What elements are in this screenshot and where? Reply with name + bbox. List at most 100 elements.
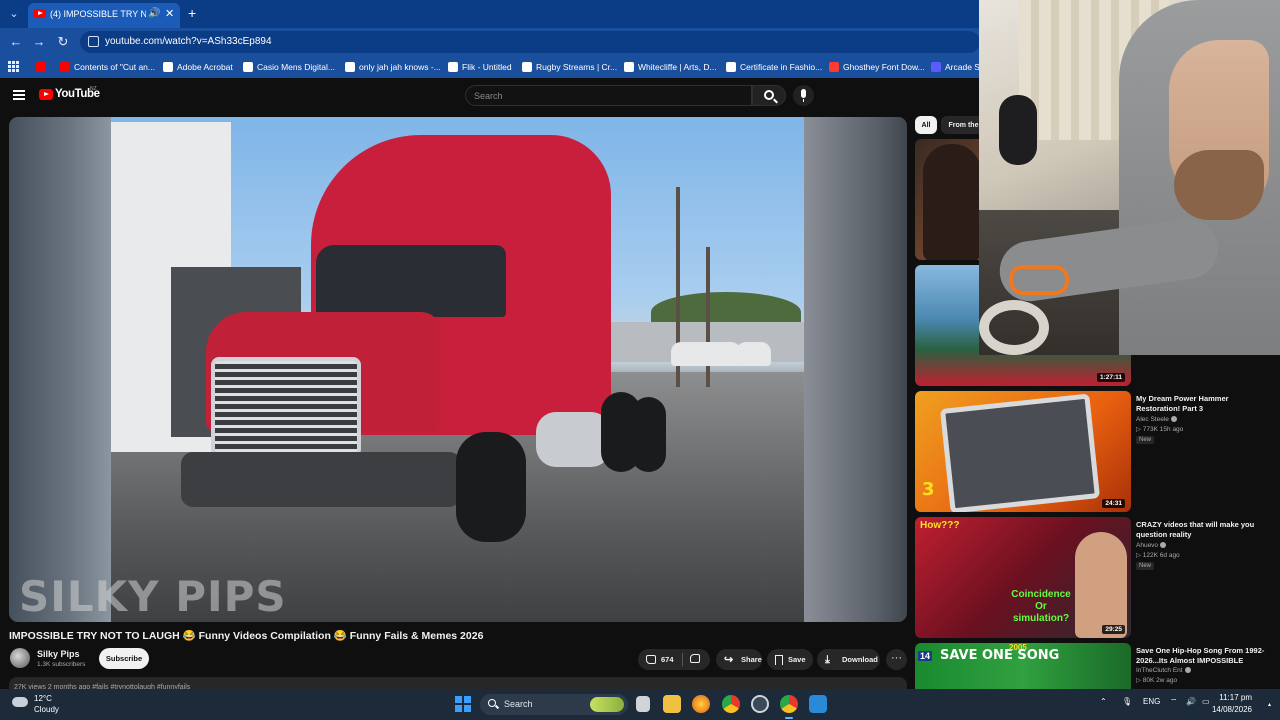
taskbar-search[interactable]: Search	[480, 694, 628, 715]
share-arrow-icon: ↪	[724, 653, 734, 666]
recommended-stats: ▷ 80K 2w ago	[1136, 677, 1178, 684]
verified-icon	[1170, 416, 1177, 423]
volume-icon[interactable]: 🔊	[1186, 697, 1196, 706]
app-icon[interactable]	[692, 695, 710, 713]
recommended-title[interactable]: My Dream Power Hammer Restoration! Part …	[1136, 394, 1271, 414]
thumbs-down-icon[interactable]	[690, 654, 700, 663]
bookmark-label: Contents of "Cut an...	[74, 62, 155, 72]
bookmark-item[interactable]: Whitecliffe | Arts, D...	[624, 60, 717, 74]
search-box[interactable]	[465, 85, 752, 106]
bookmark-item[interactable]: Certificate in Fashio...	[726, 60, 822, 74]
verified-icon	[1160, 542, 1167, 549]
task-view-icon[interactable]	[636, 696, 650, 712]
share-button[interactable]: ↪ Share	[716, 649, 762, 670]
forward-icon[interactable]: →	[31, 34, 47, 49]
speaker-icon[interactable]: 🔊	[148, 8, 160, 19]
channel-avatar[interactable]	[10, 648, 30, 668]
weather-temperature[interactable]: 12°C	[34, 694, 52, 703]
show-desktop-icon[interactable]: ▴	[1268, 701, 1271, 708]
chip-all[interactable]: All	[915, 116, 937, 134]
microphone-tray-icon[interactable]: 🎙	[1122, 697, 1132, 706]
file-explorer-icon[interactable]	[663, 695, 681, 713]
close-tab-icon[interactable]: ✕	[165, 7, 174, 20]
app-icon-2[interactable]	[751, 695, 769, 713]
search-highlight-art	[590, 697, 624, 712]
thumbs-up-icon[interactable]	[646, 655, 656, 664]
new-tab-button[interactable]: +	[188, 5, 196, 21]
site-info-icon[interactable]	[88, 36, 99, 47]
address-bar[interactable]: youtube.com/watch?v=ASh33cEp894	[80, 31, 980, 53]
more-actions-button[interactable]: ···	[886, 649, 907, 670]
amazon-icon	[243, 62, 253, 72]
reload-icon[interactable]: ↻	[55, 34, 71, 50]
bookmark-item[interactable]: Adobe Acrobat	[163, 60, 233, 74]
recommended-title[interactable]: Save One Hip-Hop Song From 1992-2026...I…	[1136, 646, 1271, 666]
clock-date[interactable]: 14/08/2026	[1208, 705, 1252, 714]
wifi-icon[interactable]: ⌔	[1170, 697, 1178, 707]
font-icon	[829, 62, 839, 72]
recommended-thumbnail[interactable]: 3 24:31	[915, 391, 1131, 512]
youtube-logo-icon[interactable]	[39, 89, 53, 100]
search-button[interactable]	[752, 85, 786, 106]
globe-icon	[345, 62, 355, 72]
back-icon[interactable]: ←	[8, 34, 24, 49]
bookmark-item[interactable]: Casio Mens Digital...	[243, 60, 335, 74]
bookmark-label: Casio Mens Digital...	[257, 62, 335, 72]
webcam-beard	[1174, 150, 1264, 220]
weather-condition[interactable]: Cloudy	[34, 705, 59, 714]
region-label: NZ	[90, 86, 97, 92]
search-input[interactable]	[474, 89, 734, 103]
webcam-scissors	[1009, 265, 1069, 295]
parked-car	[671, 342, 741, 366]
save-label: Save	[788, 655, 806, 664]
video-player[interactable]: SILKY PIPS	[9, 117, 907, 622]
bookmark-item[interactable]: Contents of "Cut an...	[60, 60, 155, 74]
recommended-channel[interactable]: Alec Steele	[1136, 415, 1177, 425]
photos-icon[interactable]	[809, 695, 827, 713]
bookmark-label: Whitecliffe | Arts, D...	[638, 62, 717, 72]
channel-name[interactable]: Silky Pips	[37, 649, 80, 659]
browser-tab-youtube[interactable]: (4) IMPOSSIBLE TRY NOT TO 🔊 ✕	[28, 3, 180, 28]
screen: ⌄ (4) IMPOSSIBLE TRY NOT TO 🔊 ✕ + ← → ↻ …	[0, 0, 1280, 720]
recommended-thumbnail[interactable]: How??? Coincidence Or simulation? 29:25	[915, 517, 1131, 638]
bookmark-item[interactable]: only jah jah knows -...	[345, 60, 441, 74]
truck-windshield	[316, 245, 506, 317]
windows-start-icon[interactable]	[455, 696, 471, 712]
recommended-stats: ▷ 122K 6d ago	[1136, 552, 1180, 559]
channel-label: InTheClutch Ent	[1136, 667, 1183, 674]
apps-grid-icon[interactable]	[8, 61, 19, 72]
chrome-icon[interactable]	[722, 695, 740, 713]
recommended-channel[interactable]: InTheClutch Ent	[1136, 666, 1191, 676]
microphone-icon	[801, 89, 806, 102]
download-button[interactable]: ⤓ Download	[817, 649, 880, 670]
language-indicator[interactable]: ENG	[1143, 697, 1160, 706]
parked-car	[736, 342, 771, 366]
youtube-icon	[36, 62, 46, 72]
player-blur-left	[9, 117, 111, 622]
bookmark-item[interactable]: Arcade Sp	[931, 60, 985, 74]
bookmark-label: Adobe Acrobat	[177, 62, 233, 72]
like-dislike-group[interactable]: 674	[638, 649, 710, 670]
thumb-person	[1075, 532, 1127, 638]
voice-search-button[interactable]	[793, 85, 814, 106]
tab-search-chevron-icon[interactable]: ⌄	[6, 6, 22, 22]
recommended-title[interactable]: CRAZY videos that will make you question…	[1136, 520, 1271, 540]
bookmark-item[interactable]: Flik - Untitled	[448, 60, 512, 74]
tray-chevron-icon[interactable]: ⌃	[1100, 697, 1107, 706]
chrome-active-icon[interactable]	[780, 695, 798, 719]
save-button[interactable]: Save	[767, 649, 813, 670]
channel-label: Ahuevo	[1136, 542, 1159, 549]
whitecliffe-icon	[624, 62, 634, 72]
hamburger-menu-icon[interactable]	[13, 90, 25, 100]
bookmark-item[interactable]: Ghosthey Font Dow...	[829, 60, 925, 74]
bookmark-item[interactable]	[36, 60, 46, 74]
youtube-icon	[60, 62, 70, 72]
recommended-thumbnail[interactable]: 14 SAVE ONE SONG 2005	[915, 643, 1131, 689]
recommended-channel[interactable]: Ahuevo	[1136, 541, 1167, 551]
subscribe-button[interactable]: Subscribe	[99, 648, 149, 669]
truck-wheel	[456, 432, 526, 542]
bookmark-item[interactable]: Rugby Streams | Cr...	[522, 60, 617, 74]
cloud-icon[interactable]	[12, 697, 28, 707]
thumb-person	[923, 144, 981, 260]
clock-time[interactable]: 11:17 pm	[1214, 693, 1252, 702]
